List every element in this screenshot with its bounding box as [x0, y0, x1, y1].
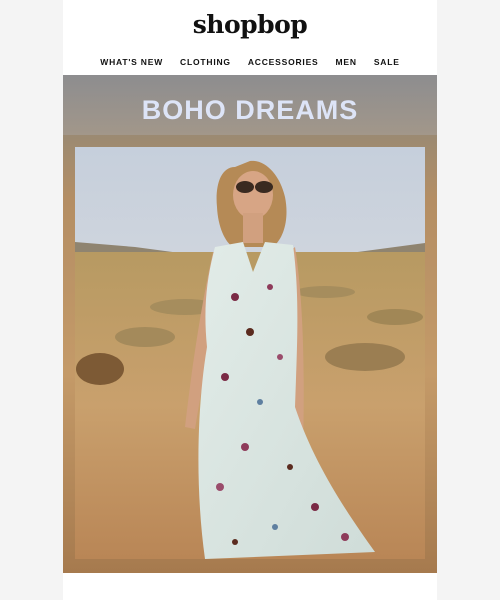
nav-item-whats-new[interactable]: WHAT'S NEW [100, 57, 163, 67]
nav-item-sale[interactable]: SALE [374, 57, 400, 67]
hero-photo[interactable] [75, 147, 425, 559]
email-container: shopbop WHAT'S NEW CLOTHING ACCESSORIES … [63, 0, 437, 600]
hero-photo-illustration [75, 147, 425, 559]
content-below-hero [63, 575, 437, 600]
nav-item-accessories[interactable]: ACCESSORIES [248, 57, 319, 67]
nav-item-clothing[interactable]: CLOTHING [180, 57, 231, 67]
hero-title: BOHO DREAMS [141, 95, 359, 125]
top-nav: WHAT'S NEW CLOTHING ACCESSORIES MEN SALE [63, 57, 437, 67]
nav-item-men[interactable]: MEN [336, 57, 357, 67]
shopbop-logo[interactable]: shopbop [63, 10, 437, 39]
hero-banner[interactable]: BOHO DREAMS [63, 75, 437, 573]
